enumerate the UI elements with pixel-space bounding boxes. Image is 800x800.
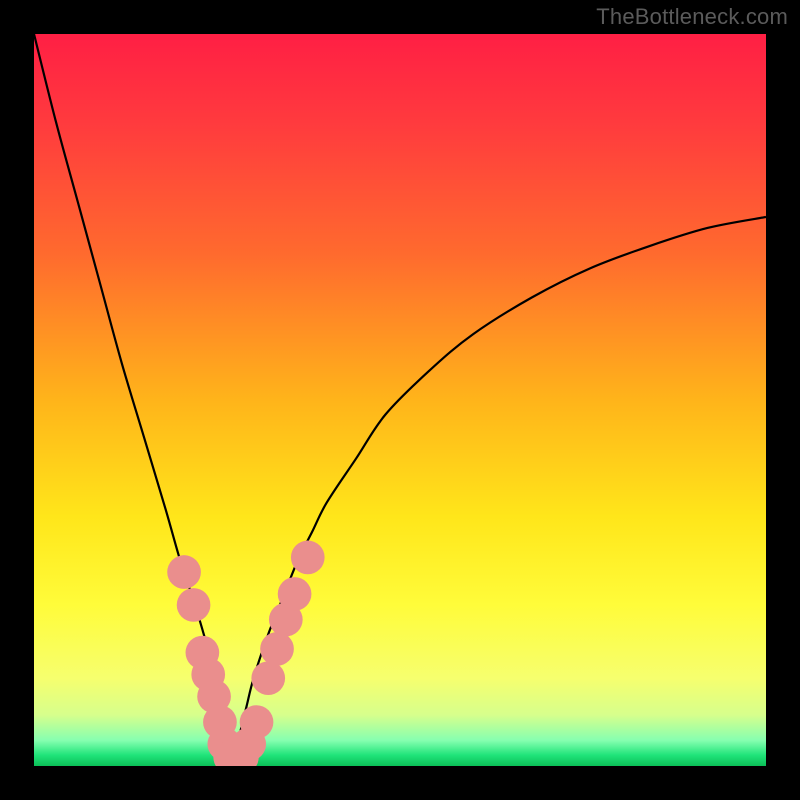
plot-area (34, 34, 766, 766)
outer-frame: TheBottleneck.com (0, 0, 800, 800)
watermark-text: TheBottleneck.com (596, 4, 788, 30)
heat-gradient-background (34, 34, 766, 766)
